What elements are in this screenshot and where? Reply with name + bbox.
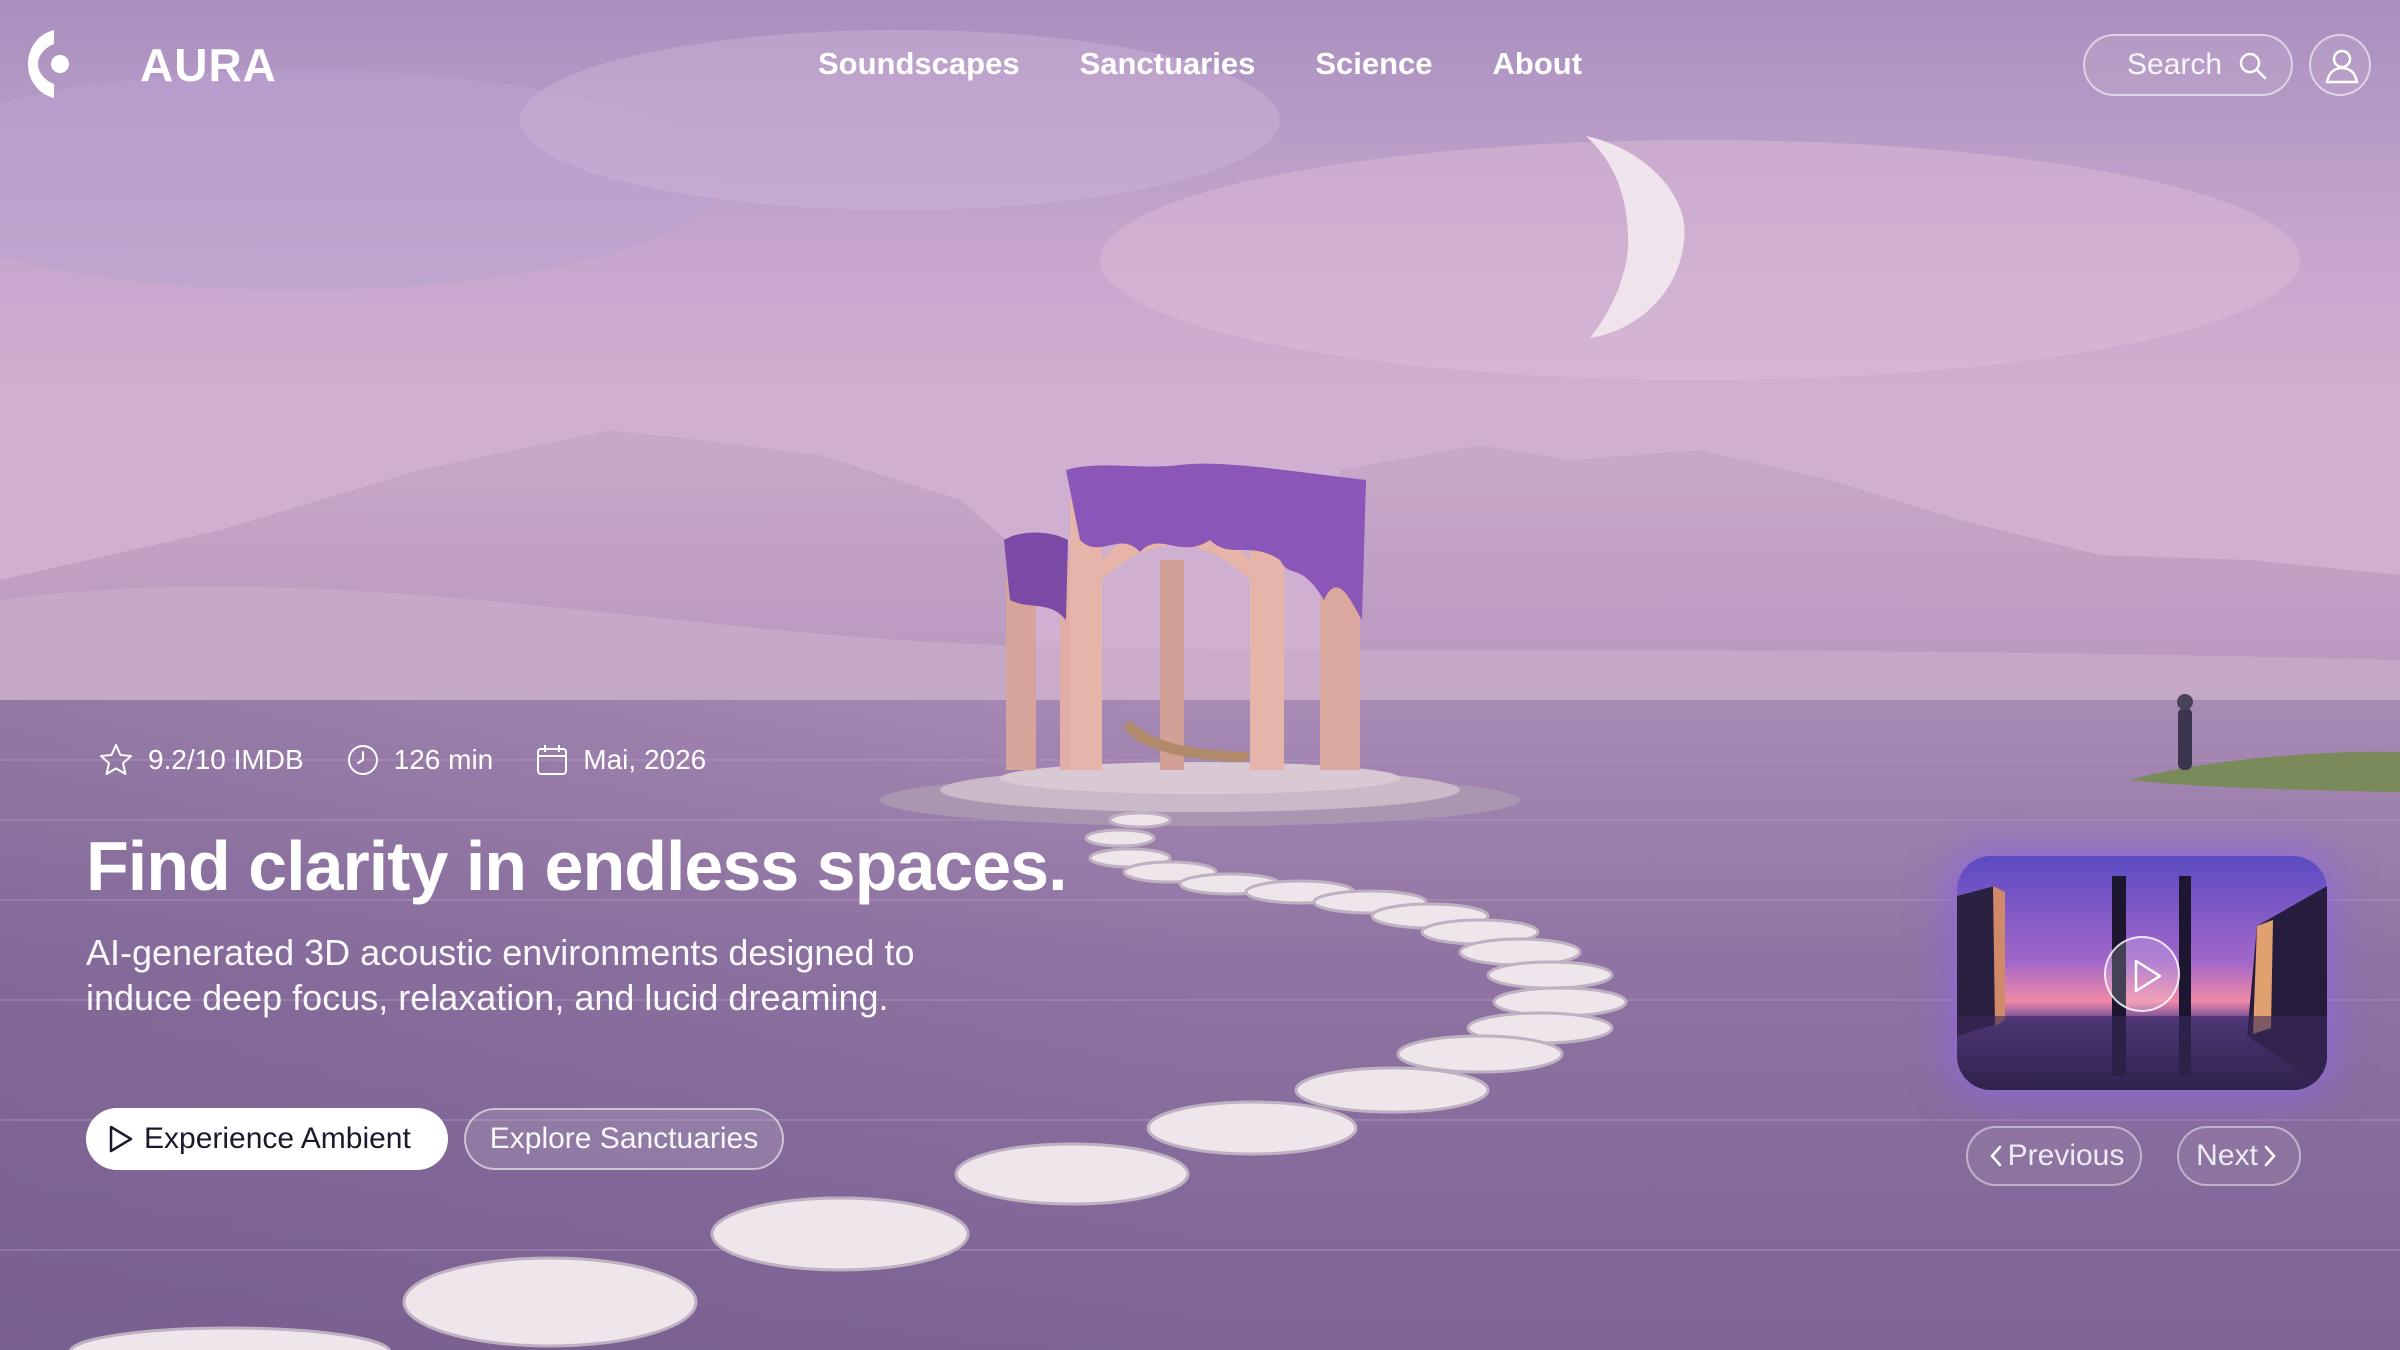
site-header: AURA Soundscapes Sanctuaries Science Abo… [0, 0, 2400, 130]
next-button[interactable]: Next [2177, 1126, 2301, 1186]
star-icon [100, 744, 132, 775]
duration-text: 126 min [393, 744, 494, 775]
user-icon [2325, 49, 2359, 84]
next-label: Next [2196, 1139, 2258, 1172]
main-nav: Soundscapes Sanctuaries Science About [818, 46, 1642, 82]
play-icon [109, 1125, 133, 1153]
brand-name[interactable]: AURA [140, 38, 277, 92]
hero-subheadline: AI-generated 3D acoustic environments de… [86, 932, 915, 1018]
calendar-icon [537, 745, 568, 775]
aura-logo-icon[interactable] [24, 26, 76, 102]
clock-icon [347, 745, 378, 775]
release-date-text: Mai, 2026 [583, 744, 707, 775]
nav-item-science[interactable]: Science [1315, 46, 1432, 82]
play-icon [2134, 959, 2162, 993]
explore-sanctuaries-button[interactable]: Explore Sanctuaries [464, 1108, 784, 1170]
user-account-button[interactable] [2309, 34, 2371, 96]
hero-meta: 9.2/10 IMDB 126 min Mai, 2026 [98, 742, 748, 778]
previous-button[interactable]: Previous [1966, 1126, 2142, 1186]
duration: 126 min [346, 743, 494, 777]
play-video-button[interactable] [2104, 936, 2180, 1012]
search-button[interactable]: Search [2083, 34, 2293, 96]
search-icon [2239, 52, 2267, 80]
previous-label: Previous [2007, 1139, 2125, 1172]
nav-item-soundscapes[interactable]: Soundscapes [818, 46, 1020, 82]
hero-headline: Find clarity in endless spaces. [86, 827, 1068, 905]
search-label: Search [2127, 48, 2223, 81]
release-date: Mai, 2026 [535, 743, 706, 777]
experience-ambient-label: Experience Ambient [144, 1122, 411, 1155]
chevron-right-icon [2264, 1145, 2276, 1167]
nav-item-sanctuaries[interactable]: Sanctuaries [1080, 46, 1256, 82]
rating: 9.2/10 IMDB [98, 742, 304, 778]
chevron-left-icon [1989, 1145, 2001, 1167]
nav-item-about[interactable]: About [1493, 46, 1583, 82]
rating-text: 9.2/10 IMDB [148, 744, 304, 775]
experience-ambient-button[interactable]: Experience Ambient [86, 1108, 448, 1170]
video-thumbnail[interactable] [1957, 856, 2327, 1090]
